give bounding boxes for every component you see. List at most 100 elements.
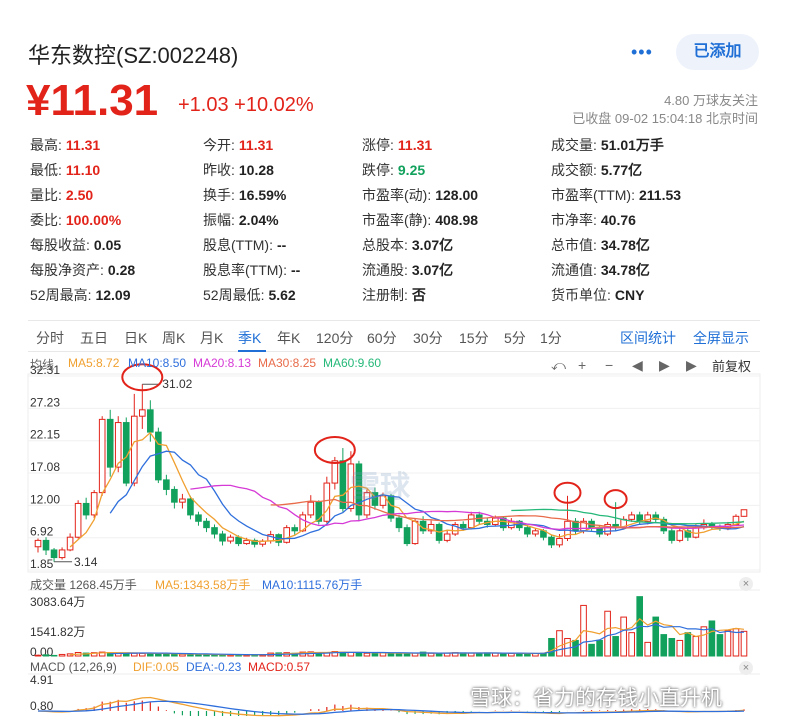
tab-9[interactable]: 30分 [413, 328, 443, 348]
market-status: 已收盘 09-02 15:04:18 北京时间 [572, 111, 758, 126]
tab-7[interactable]: 120分 [316, 328, 353, 348]
quote-item: 52周最低: 5.62 [203, 285, 296, 305]
volume-bar [147, 653, 154, 657]
link-1[interactable]: 全屏显示 [693, 328, 749, 348]
tab-10[interactable]: 15分 [459, 328, 489, 348]
zoom-out-icon[interactable]: − [605, 357, 613, 373]
tab-2[interactable]: 日K [124, 328, 147, 348]
quote-item: 振幅: 2.04% [203, 210, 279, 230]
close-volume-icon[interactable]: × [739, 577, 753, 591]
current-price: ¥11.31 [26, 76, 159, 125]
tab-3[interactable]: 周K [162, 328, 185, 348]
quote-label: 最高: [30, 137, 62, 153]
undo-icon[interactable]: ⤺ [551, 357, 566, 374]
quote-label: 最低: [30, 162, 62, 178]
quote-item: 成交量: 51.01万手 [551, 135, 664, 155]
zoom-in-icon[interactable]: + [578, 357, 586, 373]
quote-value: 9.25 [397, 162, 426, 178]
candle-body [548, 536, 555, 546]
volume-bar [660, 634, 668, 657]
volume-bar [668, 637, 676, 657]
candle-body [395, 517, 403, 529]
volume-bar [588, 643, 595, 657]
candle-body [66, 536, 74, 551]
tab-12[interactable]: 1分 [540, 328, 562, 348]
candle-body [283, 527, 291, 543]
candle-body [163, 479, 170, 490]
quote-item: 最低: 11.10 [30, 160, 100, 180]
candle-body [147, 409, 154, 433]
quote-label: 量比: [30, 187, 62, 203]
quote-item: 最高: 11.31 [30, 135, 100, 155]
candle-body [58, 549, 66, 559]
quote-label: 委比: [30, 212, 62, 228]
volume-bar [708, 620, 716, 657]
volume-bar [620, 616, 627, 657]
quote-label: 跌停: [362, 162, 394, 178]
candle-body [307, 501, 315, 516]
stock-page: 32.31 27.23 22.15 17.08 12.00 6.92 1.85 31.02 3.… [0, 0, 800, 724]
tab-8[interactable]: 60分 [367, 328, 397, 348]
quote-value: 16.59% [238, 187, 287, 203]
candle-body [740, 509, 748, 517]
candle-body [403, 527, 411, 545]
volume-bar [195, 654, 202, 657]
quote-value: 11.10 [65, 162, 101, 178]
tab-0[interactable]: 分时 [36, 328, 64, 348]
quote-label: 股息率(TTM): [203, 262, 287, 278]
volume-bar [724, 630, 732, 657]
volume-tick-label: 3083.64万 [30, 595, 85, 609]
quote-value: 211.53 [638, 187, 682, 203]
tab-4[interactable]: 月K [200, 328, 223, 348]
volume-bar [572, 639, 579, 657]
quote-value: 5.62 [268, 287, 296, 303]
quote-item: 注册制: 否 [362, 285, 426, 305]
volume-bar [363, 652, 371, 657]
candle-body [467, 514, 475, 529]
follower-count: 4.80 万球友关注 [664, 93, 758, 108]
volume-bar [163, 653, 170, 657]
quote-label: 市净率: [551, 212, 597, 228]
volume-bar [138, 652, 146, 657]
quote-label: 今开: [203, 137, 235, 153]
link-0[interactable]: 区间统计 [620, 328, 676, 348]
candle-body [203, 520, 210, 529]
quote-item: 换手: 16.59% [203, 185, 286, 205]
candle-body [74, 502, 82, 538]
quote-value: 51.01万手 [600, 137, 664, 153]
price-tick-label: 1.85 [30, 557, 54, 571]
add-watchlist-button[interactable]: 已添加 [676, 34, 759, 70]
tab-1[interactable]: 五日 [80, 328, 108, 348]
quote-label: 市盈率(动): [362, 187, 432, 203]
close-macd-icon[interactable]: × [739, 661, 753, 675]
tab-6[interactable]: 年K [277, 328, 300, 348]
quote-item: 市盈率(静): 408.98 [362, 210, 478, 230]
candle-body [50, 549, 58, 559]
volume-bar [427, 652, 435, 657]
quote-label: 总股本: [362, 237, 408, 253]
vol-item-2: MA10:1115.76万手 [262, 578, 363, 592]
pan-left-icon[interactable]: ◀ [632, 357, 643, 374]
candle-body [459, 523, 467, 529]
quote-label: 每股收益: [30, 237, 90, 253]
play-icon[interactable]: ▶ [659, 357, 670, 374]
min-label: 3.14 [74, 555, 98, 569]
quote-value: 128.00 [435, 187, 479, 203]
share-icon[interactable]: ••• [631, 42, 653, 63]
quote-value: 5.77亿 [600, 162, 643, 178]
quote-label: 振幅: [203, 212, 235, 228]
tab-5[interactable]: 季K [238, 328, 261, 348]
quote-label: 市盈率(TTM): [551, 187, 635, 203]
volume-bar [564, 637, 571, 657]
tab-11[interactable]: 5分 [504, 328, 526, 348]
candle-body [187, 498, 194, 516]
quote-label: 成交额: [551, 162, 597, 178]
candle-body [532, 530, 539, 535]
pan-right-icon[interactable]: ▶ [686, 357, 697, 374]
quote-value: 否 [411, 287, 426, 303]
quote-label: 昨收: [203, 162, 235, 178]
price-adjust-select[interactable]: 前复权 [712, 356, 751, 375]
candle-body [235, 536, 242, 545]
quote-item: 市盈率(动): 128.00 [362, 185, 478, 205]
quote-label: 换手: [203, 187, 235, 203]
